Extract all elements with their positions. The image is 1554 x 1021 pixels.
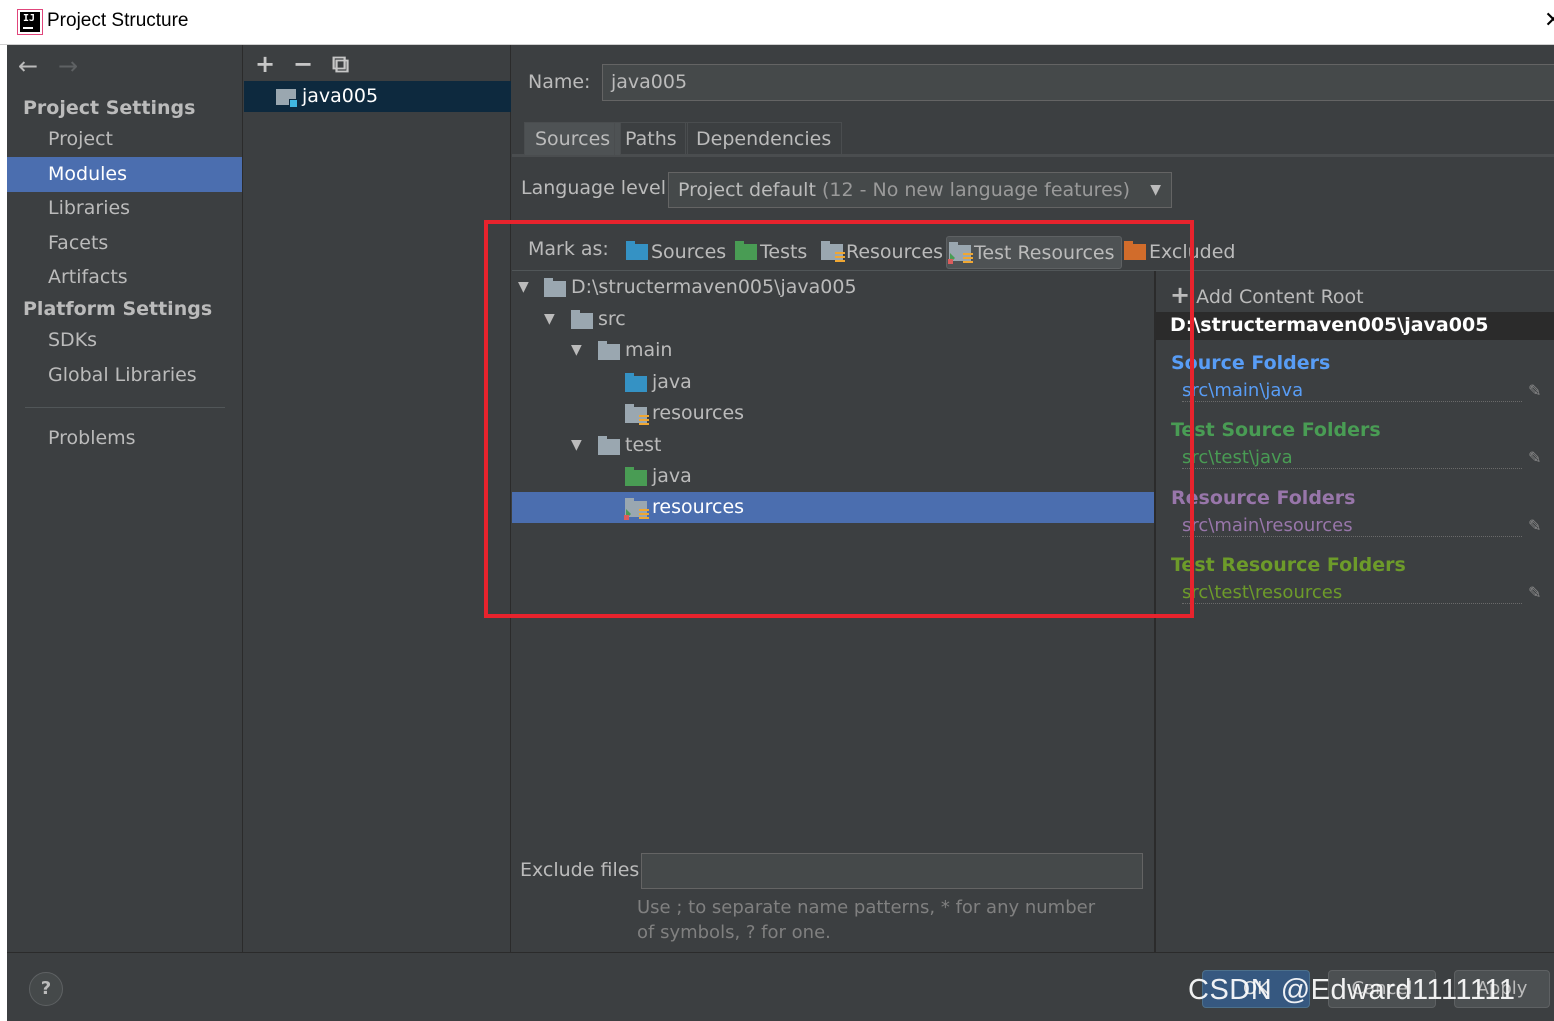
forward-arrow-icon[interactable]: → — [58, 52, 78, 80]
sidebar-item-libraries[interactable]: Libraries — [7, 191, 242, 226]
tab-paths[interactable]: Paths — [614, 122, 688, 155]
sidebar-item-facets[interactable]: Facets — [7, 226, 242, 261]
edit-pencil-icon[interactable]: ✎ — [1528, 448, 1541, 467]
exclude-files-input[interactable] — [641, 853, 1143, 889]
source-folder-path[interactable]: src\main\java — [1182, 380, 1522, 402]
edit-pencil-icon[interactable]: ✎ — [1528, 381, 1541, 400]
sidebar-item-project[interactable]: Project — [7, 122, 242, 157]
platform-settings-heading: Platform Settings — [23, 298, 213, 320]
sidebar-item-problems[interactable]: Problems — [7, 421, 242, 456]
test-source-folder-path[interactable]: src\test\java — [1182, 447, 1522, 469]
module-label: java005 — [302, 85, 379, 107]
sidebar-divider — [25, 407, 225, 408]
language-level-dropdown[interactable]: Project default (12 - No new language fe… — [668, 172, 1172, 208]
project-settings-heading: Project Settings — [23, 97, 196, 119]
back-arrow-icon[interactable]: ← — [18, 52, 38, 80]
help-button[interactable]: ? — [29, 972, 63, 1006]
module-icon — [276, 89, 298, 108]
sidebar-item-modules[interactable]: Modules — [7, 157, 242, 192]
tab-dependencies[interactable]: Dependencies — [685, 122, 843, 155]
language-level-label: Language level: — [521, 177, 673, 199]
add-content-root-label: Add Content Root — [1196, 286, 1364, 308]
sidebar-item-artifacts[interactable]: Artifacts — [7, 260, 242, 295]
edit-pencil-icon[interactable]: ✎ — [1528, 583, 1541, 602]
name-label: Name: — [528, 71, 591, 93]
close-icon[interactable]: ✕ — [1544, 8, 1554, 33]
source-folders-title: Source Folders — [1171, 352, 1331, 374]
module-list-item[interactable]: java005 — [244, 81, 511, 112]
background-window-strip — [0, 45, 7, 1021]
logo-text: IJ — [23, 13, 36, 24]
csdn-watermark: CSDN @Edward1111111 — [1188, 974, 1516, 1006]
exclude-files-label: Exclude files: — [520, 859, 646, 881]
language-level-value: Project default — [678, 179, 816, 201]
content-root-path: D:\structermaven005\java005 — [1170, 314, 1489, 336]
add-icon[interactable]: + — [255, 50, 275, 78]
add-content-root-button[interactable]: + Add Content Root — [1170, 281, 1364, 309]
name-input[interactable]: java005 — [602, 64, 1554, 101]
language-level-detail: (12 - No new language features) — [821, 179, 1131, 201]
intellij-logo-icon: IJ — [17, 9, 43, 35]
window-title: Project Structure — [47, 10, 189, 31]
title-bar: IJ Project Structure ✕ — [0, 0, 1554, 45]
copy-icon[interactable]: ⧉ — [332, 50, 349, 78]
project-structure-window: IJ Project Structure ✕ ← → Project Setti… — [0, 0, 1554, 1021]
test-resource-folders-title: Test Resource Folders — [1171, 554, 1406, 576]
edit-pencil-icon[interactable]: ✎ — [1528, 516, 1541, 535]
highlight-annotation-box — [484, 220, 1194, 618]
resource-folders-title: Resource Folders — [1171, 487, 1356, 509]
module-list-panel — [244, 45, 511, 952]
exclude-files-hint: Use ; to separate name patterns, * for a… — [637, 897, 1096, 943]
test-resource-folder-path[interactable]: src\test\resources — [1182, 582, 1522, 604]
chevron-down-icon: ▼ — [1150, 182, 1161, 198]
tab-sources[interactable]: Sources — [524, 122, 622, 155]
resource-folder-path[interactable]: src\main\resources — [1182, 515, 1522, 537]
sidebar-item-global-libraries[interactable]: Global Libraries — [7, 358, 242, 393]
sidebar-item-sdks[interactable]: SDKs — [7, 323, 242, 358]
remove-icon[interactable]: − — [293, 50, 313, 78]
test-source-folders-title: Test Source Folders — [1171, 419, 1381, 441]
